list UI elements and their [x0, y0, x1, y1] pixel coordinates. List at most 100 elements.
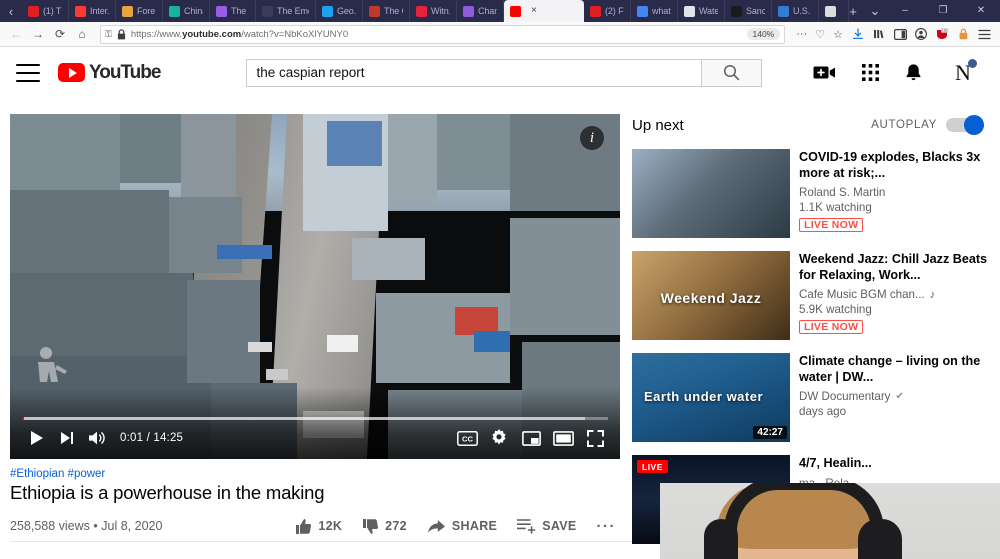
player-right-controls: CC [454, 423, 608, 453]
browser-tab[interactable]: Sanct... [725, 0, 772, 22]
forward-icon[interactable]: → [28, 24, 48, 44]
video-player[interactable]: i 0:01 / 14:25 CC [10, 114, 620, 459]
apps-grid-icon[interactable] [862, 64, 879, 81]
miniplayer-icon[interactable] [518, 423, 544, 453]
library-icon[interactable] [869, 24, 889, 44]
window-close-button[interactable]: ✕ [962, 0, 1000, 22]
youtube-logo[interactable]: YouTube [58, 61, 161, 84]
home-icon[interactable]: ⌂ [72, 24, 92, 44]
window-maximize-button[interactable]: ❐ [924, 0, 962, 22]
pocket-icon[interactable]: ♡ [812, 28, 828, 41]
captions-icon[interactable]: CC [454, 423, 480, 453]
tab-favicon [75, 5, 86, 17]
dislike-count: 272 [385, 519, 407, 533]
video-info-button[interactable]: i [580, 126, 604, 150]
meta-separator: • [93, 519, 98, 533]
browser-tab[interactable]: Inter... [69, 0, 116, 22]
autoplay-control[interactable]: AUTOPLAY [871, 115, 990, 135]
address-bar[interactable]: ⚿ https://www.youtube.com/watch?v=NbKoXl… [100, 24, 786, 44]
search-button[interactable] [701, 58, 763, 87]
suggestion-subtext: days ago [799, 405, 847, 418]
like-button[interactable]: 12K [295, 518, 342, 535]
tab-favicon [216, 5, 227, 17]
suggestion-channel[interactable]: Cafe Music BGM chan... ♪ [799, 288, 990, 301]
download-icon[interactable] [848, 24, 868, 44]
youtube-logo-text: YouTube [89, 61, 161, 83]
tab-title: China... [184, 6, 203, 16]
video-progress-bar[interactable] [10, 417, 620, 421]
suggestion-item[interactable]: Weekend Jazz Weekend Jazz: Chill Jazz Bea… [632, 251, 990, 340]
save-button[interactable]: SAVE [517, 518, 576, 534]
browser-tab[interactable]: (2) Fo... [584, 0, 631, 22]
zoom-level-badge[interactable]: 140% [746, 28, 781, 40]
share-button[interactable]: SHARE [427, 519, 497, 534]
dislike-button[interactable]: 272 [362, 518, 407, 535]
guide-menu-icon[interactable] [16, 63, 40, 82]
account-icon[interactable] [911, 24, 931, 44]
suggestion-channel[interactable]: Roland S. Martin [799, 186, 990, 199]
suggestion-title[interactable]: COVID-19 explodes, Blacks 3x more at ris… [799, 150, 990, 181]
gear-icon[interactable] [486, 423, 512, 453]
tab-scroll-left-arrow[interactable]: ‹ [0, 0, 22, 22]
video-tags[interactable]: #Ethiopian #power [10, 468, 620, 480]
watch-page-body: i 0:01 / 14:25 CC #Ethiopian #power Ethi… [0, 98, 1000, 559]
suggestion-channel[interactable]: DW Documentary ✔ [799, 390, 990, 403]
reload-icon[interactable]: ⟳ [50, 24, 70, 44]
bell-icon[interactable] [905, 63, 922, 82]
browser-tab[interactable]: Chan... [457, 0, 504, 22]
shield-extension-icon[interactable]: 182 [932, 24, 952, 44]
sidebar-icon[interactable] [890, 24, 910, 44]
theater-mode-icon[interactable] [550, 423, 576, 453]
tab-title: Chan... [478, 6, 497, 16]
suggestion-thumbnail[interactable]: Earth under water 42:27 [632, 353, 790, 442]
more-actions-button[interactable]: ··· [597, 518, 617, 535]
suggestion-thumbnail[interactable] [632, 149, 790, 238]
browser-tab[interactable] [819, 0, 849, 22]
tab-favicon [463, 5, 474, 17]
fullscreen-icon[interactable] [582, 423, 608, 453]
avatar[interactable]: N [948, 57, 978, 88]
browser-tab[interactable]: Wate... [678, 0, 725, 22]
tab-favicon [590, 5, 601, 17]
tab-close-icon[interactable]: × [531, 6, 537, 16]
suggestion-item[interactable]: COVID-19 explodes, Blacks 3x more at ris… [632, 149, 990, 238]
browser-tab[interactable]: The i... [210, 0, 256, 22]
tab-favicon [637, 5, 648, 17]
browser-tab[interactable]: The Emer... [256, 0, 316, 22]
browser-tab[interactable]: U.S. ... [772, 0, 819, 22]
app-menu-icon[interactable] [974, 24, 994, 44]
browser-tab[interactable]: Witn... [410, 0, 457, 22]
browser-tab-active[interactable]: × [504, 0, 584, 22]
browser-tab[interactable]: China... [163, 0, 210, 22]
suggestion-title[interactable]: Climate change – living on the water | D… [799, 354, 990, 385]
tab-title: Sanct... [746, 6, 765, 16]
browser-tab[interactable]: Fore... [116, 0, 163, 22]
lock-icon[interactable] [117, 28, 126, 40]
browser-tab[interactable]: what... [631, 0, 678, 22]
play-icon[interactable] [22, 423, 52, 453]
tab-favicon [322, 5, 333, 17]
back-icon[interactable]: ← [6, 24, 26, 44]
video-camera-plus-icon[interactable] [813, 64, 836, 81]
like-count: 12K [318, 519, 343, 533]
lock-extension-icon[interactable] [953, 24, 973, 44]
bookmark-star-icon[interactable]: ☆ [830, 28, 846, 41]
page-actions-menu-icon[interactable]: ··· [793, 28, 810, 40]
suggestion-title[interactable]: 4/7, Healin... [799, 456, 990, 472]
tab-favicon [262, 5, 273, 17]
autoplay-toggle[interactable] [946, 115, 984, 135]
suggestion-item[interactable]: Earth under water 42:27 Climate change – l… [632, 353, 990, 442]
channel-name: Cafe Music BGM chan... [799, 288, 925, 301]
browser-tab[interactable]: Geo... [316, 0, 363, 22]
browser-tab[interactable]: The C... [363, 0, 410, 22]
suggestion-title[interactable]: Weekend Jazz: Chill Jazz Beats for Relax… [799, 252, 990, 283]
browser-tab[interactable]: (1) Th... [22, 0, 69, 22]
list-all-tabs-button[interactable]: ⌄ [864, 0, 886, 22]
tab-favicon [169, 5, 180, 17]
window-minimize-button[interactable]: – [886, 0, 924, 22]
search-input[interactable] [246, 58, 702, 87]
next-video-icon[interactable] [52, 423, 82, 453]
tracking-protection-shield-icon[interactable]: ⚿ [105, 29, 112, 40]
suggestion-thumbnail[interactable]: Weekend Jazz [632, 251, 790, 340]
volume-icon[interactable] [82, 423, 112, 453]
